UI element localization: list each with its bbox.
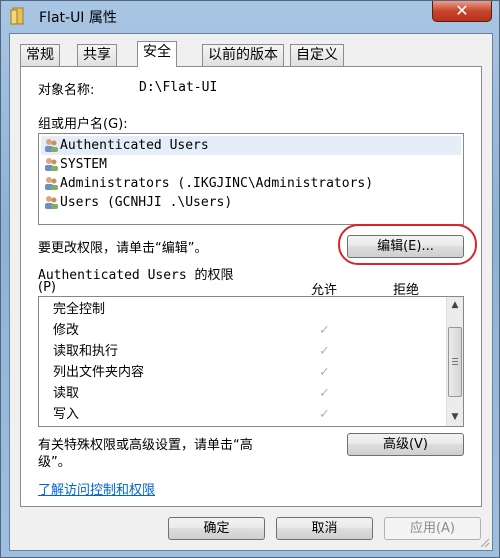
learn-access-control-link[interactable]: 了解访问控制和权限 [38,479,155,498]
tab-security[interactable]: 安全 [137,41,177,67]
scroll-up-arrow-icon[interactable]: ▲ [447,297,463,313]
vertical-scrollbar[interactable]: ▲ ▼ [446,297,463,426]
table-row: 列出文件夹内容 ✓ [39,362,439,383]
allow-check-icon: ✓ [319,386,330,401]
table-row: 写入 ✓ [39,404,439,425]
allow-check-icon: ✓ [319,407,330,422]
tab-previous-versions[interactable]: 以前的版本 [202,44,284,66]
permissions-for-mnemonic: (P) [38,280,56,295]
permissions-list[interactable]: 完全控制 修改 ✓ 读取和执行 ✓ 列出文件夹内容 ✓ 读取 ✓ 写入 ✓ ▲ … [38,296,464,427]
allow-check-icon: ✓ [319,365,330,380]
window-title: Flat-UI 属性 [39,10,117,26]
list-item[interactable]: Authenticated Users [41,136,461,155]
table-row: 读取和执行 ✓ [39,341,439,362]
list-item[interactable]: Administrators (.IKGJINC\Administrators) [41,174,461,193]
cancel-button[interactable]: 取消 [276,517,373,540]
table-row: 读取 ✓ [39,383,439,404]
users-icon [45,177,58,190]
groups-label: 组或用户名(G): [38,117,128,132]
dialog-client: 常规 共享 安全 以前的版本 自定义 对象名称: D:\Flat-UI 组或用户… [9,33,493,551]
users-icon [45,158,58,171]
allow-check-icon: ✓ [319,323,330,338]
users-listbox[interactable]: Authenticated Users SYSTEM Administrator… [38,133,464,225]
allow-check-icon: ✓ [319,344,330,359]
ok-button[interactable]: 确定 [168,517,265,540]
security-panel: 对象名称: D:\Flat-UI 组或用户名(G): Authenticated… [20,66,482,507]
object-name-value: D:\Flat-UI [139,80,218,95]
scroll-down-arrow-icon[interactable]: ▼ [447,409,463,425]
scroll-thumb[interactable] [448,327,462,397]
users-icon [45,196,58,209]
apply-button[interactable]: 应用(A) [384,517,481,540]
table-row: 完全控制 [53,302,106,317]
properties-window: Flat-UI 属性 ✕ 常规 共享 安全 以前的版本 自定义 对象名称: D:… [0,0,500,558]
tab-customize[interactable]: 自定义 [290,44,344,66]
resize-grip-icon[interactable] [478,536,490,548]
object-name-label: 对象名称: [38,83,95,98]
folder-icon [10,7,24,25]
close-button[interactable]: ✕ [432,1,492,22]
list-item[interactable]: SYSTEM [41,155,461,174]
tab-sharing[interactable]: 共享 [77,44,117,66]
change-permissions-hint: 要更改权限，请单击“编辑”。 [38,241,208,256]
permissions-for-label: Authenticated Users 的权限 [38,268,234,283]
advanced-button[interactable]: 高级(V) [347,433,464,456]
advanced-hint-line2: 级”。 [38,455,71,470]
table-row: 修改 ✓ [39,320,439,341]
list-item[interactable]: Users (GCNHJI .\Users) [41,193,461,212]
users-icon [45,139,58,152]
tab-general[interactable]: 常规 [20,44,60,66]
title-bar[interactable]: Flat-UI 属性 ✕ [1,1,499,33]
highlight-oval [338,224,477,265]
